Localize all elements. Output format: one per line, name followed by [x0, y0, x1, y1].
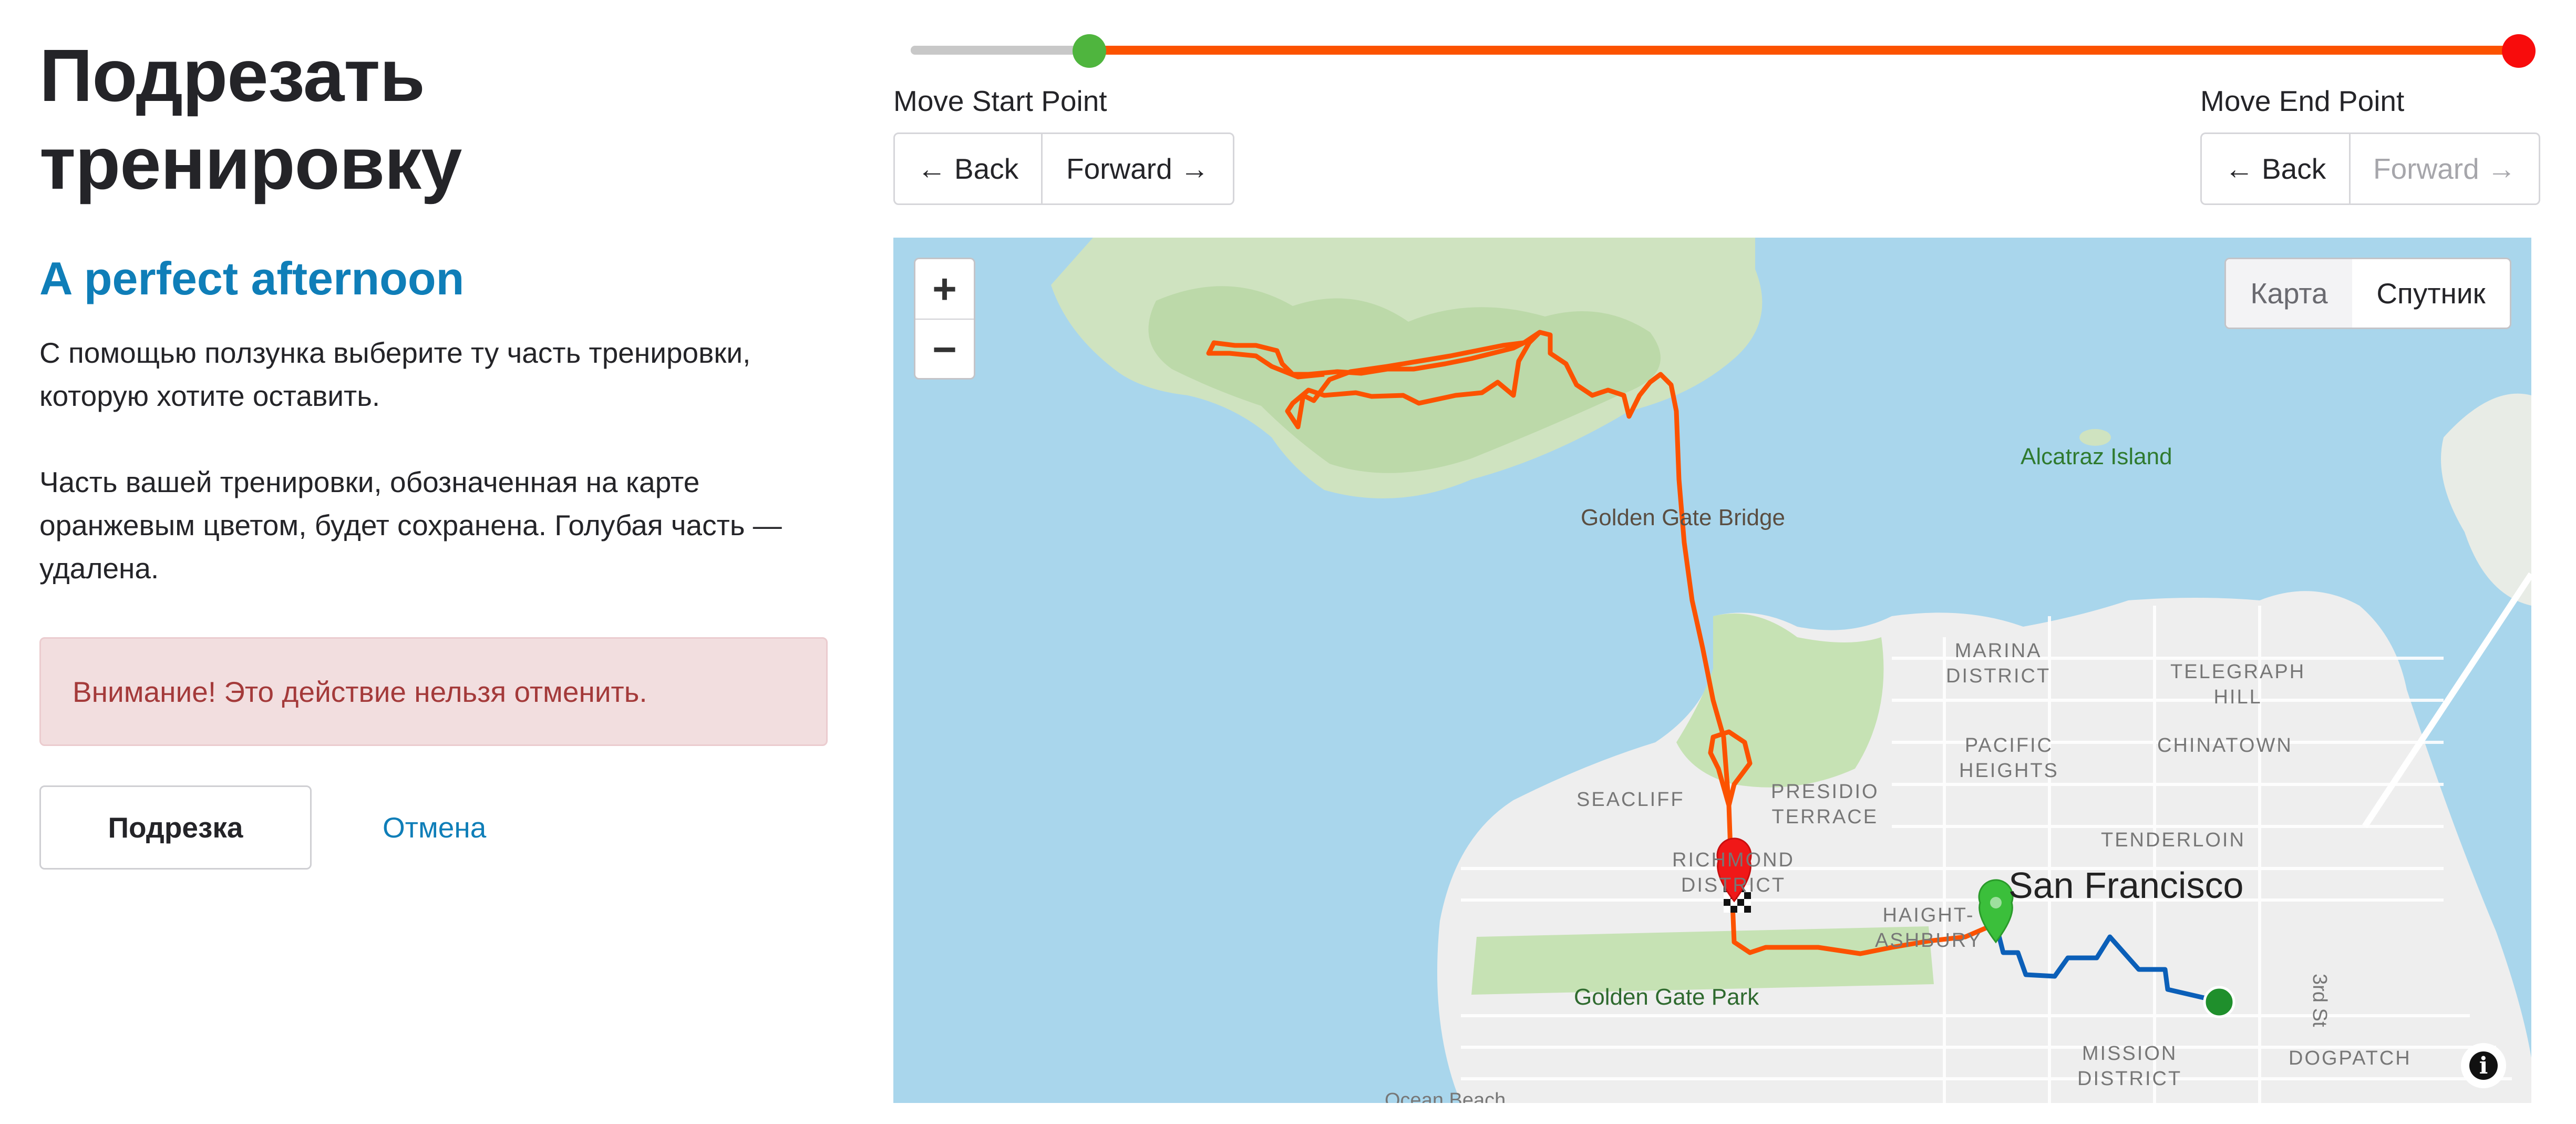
label-richmond: RICHMOND DISTRICT: [1672, 847, 1795, 898]
label-richmond-1: RICHMOND: [1672, 849, 1795, 871]
label-dogpatch: DOGPATCH: [2289, 1047, 2412, 1069]
label-ocean-beach: Ocean Beach: [1385, 1089, 1506, 1103]
crop-button[interactable]: Подрезка: [39, 785, 312, 870]
slider-kept-track: [1089, 46, 2519, 55]
label-golden-gate-bridge: Golden Gate Bridge: [1581, 505, 1785, 530]
label-marina-2: DISTRICT: [1946, 665, 2051, 687]
end-back-button[interactable]: ← Back: [2200, 132, 2351, 205]
label-telegraph: TELEGRAPH HILL: [2170, 659, 2305, 710]
move-end-label: Move End Point: [2200, 85, 2405, 117]
label-mission: MISSION DISTRICT: [2077, 1041, 2182, 1091]
warning-text: Внимание! Это действие нельзя отменить.: [73, 675, 647, 708]
slider-end-handle[interactable]: [2502, 34, 2536, 68]
instructions-text: С помощью ползунка выберите ту часть тре…: [39, 336, 751, 412]
map-type-toggle: Карта Спутник: [2224, 258, 2511, 329]
slider-start-handle[interactable]: [1073, 34, 1106, 68]
label-telegraph-1: TELEGRAPH: [2170, 661, 2306, 683]
page-title: Подрезать тренировку: [39, 32, 828, 207]
label-marina: MARINA DISTRICT: [1946, 638, 2051, 689]
slider-removed-track: [911, 46, 1089, 55]
label-telegraph-2: HILL: [2213, 686, 2262, 708]
start-back-button[interactable]: ← Back: [893, 132, 1043, 205]
label-haight-ashbury: HAIGHT- ASHBURY: [1875, 903, 1982, 953]
route-map[interactable]: Alcatraz Island Golden Gate Bridge MARIN…: [893, 238, 2531, 1103]
warning-alert: Внимание! Это действие нельзя отменить.: [39, 637, 828, 746]
page-title-line-1: Подрезать: [39, 34, 425, 117]
label-golden-gate-park: Golden Gate Park: [1574, 984, 1759, 1010]
label-seacliff: SEACLIFF: [1576, 789, 1685, 811]
label-presidio-1: PRESIDIO: [1771, 781, 1879, 803]
label-haight-1: HAIGHT-: [1882, 904, 1975, 926]
info-icon: i: [2469, 1051, 2498, 1080]
label-mission-2: DISTRICT: [2077, 1068, 2182, 1090]
map-info-button[interactable]: i: [2461, 1043, 2506, 1088]
label-tenderloin: TENDERLOIN: [2101, 829, 2245, 851]
action-row: Подрезка Отмена: [39, 785, 828, 870]
zoom-out-button[interactable]: −: [915, 319, 974, 379]
end-point-buttons: ← Back Forward →: [2200, 132, 2540, 205]
label-san-francisco: San Francisco: [2008, 865, 2244, 906]
color-legend-text: Часть вашей тренировки, обозначенная на …: [39, 466, 782, 585]
end-forward-button: Forward →: [2349, 132, 2540, 205]
label-marina-1: MARINA: [1954, 640, 2042, 662]
label-haight-2: ASHBURY: [1875, 929, 1983, 952]
label-pacific-1: PACIFIC: [1964, 734, 2053, 757]
map-type-satellite-option[interactable]: Спутник: [2352, 259, 2510, 328]
label-third-street: 3rd St: [2309, 974, 2331, 1027]
left-panel: Подрезать тренировку A perfect afternoon…: [39, 32, 828, 870]
label-alcatraz: Alcatraz Island: [2021, 444, 2172, 469]
label-pacific-heights: PACIFIC HEIGHTS: [1959, 733, 2059, 783]
move-start-label: Move Start Point: [893, 85, 1107, 117]
label-pacific-2: HEIGHTS: [1959, 760, 2059, 782]
original-start-marker: [2203, 986, 2235, 1018]
zoom-in-button[interactable]: +: [915, 259, 974, 319]
label-presidio-2: TERRACE: [1771, 806, 1879, 828]
label-richmond-2: DISTRICT: [1681, 874, 1786, 896]
start-forward-button[interactable]: Forward →: [1041, 132, 1234, 205]
activity-title[interactable]: A perfect afternoon: [39, 251, 828, 306]
cancel-link[interactable]: Отмена: [383, 811, 486, 844]
label-mission-1: MISSION: [2082, 1043, 2178, 1065]
trim-slider[interactable]: [911, 34, 2536, 68]
map-type-map-option[interactable]: Карта: [2226, 259, 2352, 328]
label-presidio-terrace: PRESIDIO TERRACE: [1771, 779, 1879, 830]
page-title-line-2: тренировку: [39, 121, 462, 205]
zoom-control: + −: [914, 258, 975, 380]
label-chinatown: CHINATOWN: [2157, 734, 2293, 757]
start-point-buttons: ← Back Forward →: [893, 132, 1234, 205]
